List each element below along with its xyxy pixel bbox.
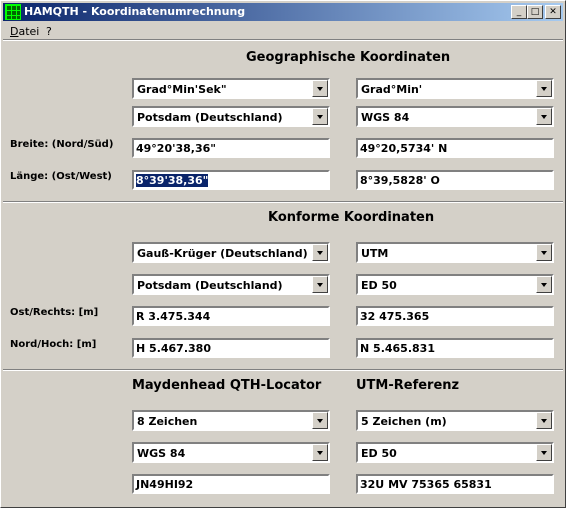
locator-datum-select[interactable]: WGS 84 [132, 442, 330, 463]
chevron-down-icon[interactable] [312, 108, 328, 125]
nord-label: Nord/Hoch: [m] [10, 339, 97, 350]
konform-right-datum-select[interactable]: ED 50 [356, 274, 554, 295]
utmref-section-title: UTM-Referenz [356, 378, 460, 393]
menu-bar: Datei ? [3, 22, 563, 40]
ost-left-value: R 3.475.344 [136, 310, 211, 323]
minimize-button[interactable]: _ [511, 5, 527, 19]
konform-section-title: Konforme Koordinaten [268, 210, 435, 225]
ost-label: Ost/Rechts: [m] [10, 307, 99, 318]
chevron-down-icon[interactable] [536, 276, 552, 293]
locator-chars-value: 8 Zeichen [137, 415, 198, 428]
breite-right-value: 49°20,5734' N [360, 142, 448, 155]
konform-right-datum-value: ED 50 [361, 279, 397, 292]
chevron-down-icon[interactable] [536, 80, 552, 97]
geo-left-format-select[interactable]: Grad°Min'Sek" [132, 78, 330, 99]
chevron-down-icon[interactable] [312, 444, 328, 461]
section-divider-2 [3, 369, 563, 371]
nord-right-input[interactable]: N 5.465.831 [356, 338, 554, 358]
chevron-down-icon[interactable] [312, 80, 328, 97]
konform-left-datum-select[interactable]: Potsdam (Deutschland) [132, 274, 330, 295]
menu-datei[interactable]: Datei [10, 25, 39, 38]
geo-left-datum-value: Potsdam (Deutschland) [137, 111, 283, 124]
geo-left-datum-select[interactable]: Potsdam (Deutschland) [132, 106, 330, 127]
geo-right-datum-select[interactable]: WGS 84 [356, 106, 554, 127]
chevron-down-icon[interactable] [536, 444, 552, 461]
nord-right-value: N 5.465.831 [360, 342, 435, 355]
utmref-chars-select[interactable]: 5 Zeichen (m) [356, 410, 554, 431]
locator-section-title: Maydenhead QTH-Locator [132, 378, 322, 393]
menu-datei-label: atei [18, 25, 40, 38]
utmref-value: 32U MV 75365 65831 [360, 478, 492, 491]
chevron-down-icon[interactable] [536, 244, 552, 261]
locator-input[interactable]: JN49HI92 [132, 474, 330, 494]
chevron-down-icon[interactable] [312, 276, 328, 293]
breite-right-input[interactable]: 49°20,5734' N [356, 138, 554, 158]
title-bar[interactable]: HAMQTH - Koordinatenumrechnung _ □ ✕ [3, 3, 563, 21]
laenge-right-input[interactable]: 8°39,5828' O [356, 170, 554, 190]
geo-right-format-select[interactable]: Grad°Min' [356, 78, 554, 99]
locator-value: JN49HI92 [136, 478, 194, 491]
utmref-datum-value: ED 50 [361, 447, 397, 460]
app-grid-icon [5, 4, 21, 20]
chevron-down-icon[interactable] [536, 412, 552, 429]
close-button[interactable]: ✕ [545, 5, 561, 19]
breite-label: Breite: (Nord/Süd) [10, 139, 114, 150]
locator-chars-select[interactable]: 8 Zeichen [132, 410, 330, 431]
nord-left-input[interactable]: H 5.467.380 [132, 338, 330, 358]
utmref-datum-select[interactable]: ED 50 [356, 442, 554, 463]
breite-left-input[interactable]: 49°20'38,36" [132, 138, 330, 158]
konform-right-system-value: UTM [361, 247, 389, 260]
laenge-right-value: 8°39,5828' O [360, 174, 440, 187]
geo-left-format-value: Grad°Min'Sek" [137, 83, 227, 96]
breite-left-value: 49°20'38,36" [136, 142, 217, 155]
konform-left-datum-value: Potsdam (Deutschland) [137, 279, 283, 292]
chevron-down-icon[interactable] [536, 108, 552, 125]
locator-datum-value: WGS 84 [137, 447, 186, 460]
utmref-chars-value: 5 Zeichen (m) [361, 415, 447, 428]
menu-help[interactable]: ? [46, 25, 52, 38]
maximize-button[interactable]: □ [527, 5, 543, 19]
geo-right-datum-value: WGS 84 [361, 111, 410, 124]
geo-right-format-value: Grad°Min' [361, 83, 423, 96]
geo-section-title: Geographische Koordinaten [246, 50, 451, 65]
ost-left-input[interactable]: R 3.475.344 [132, 306, 330, 326]
konform-left-system-select[interactable]: Gauß-Krüger (Deutschland) [132, 242, 330, 263]
konform-right-system-select[interactable]: UTM [356, 242, 554, 263]
laenge-label: Länge: (Ost/West) [10, 171, 112, 182]
menu-divider [3, 39, 563, 41]
laenge-left-value: 8°39'38,36" [136, 174, 209, 187]
ost-right-input[interactable]: 32 475.365 [356, 306, 554, 326]
window-title: HAMQTH - Koordinatenumrechnung [24, 5, 246, 18]
utmref-input[interactable]: 32U MV 75365 65831 [356, 474, 554, 494]
chevron-down-icon[interactable] [312, 244, 328, 261]
laenge-left-input[interactable]: 8°39'38,36" [132, 170, 330, 190]
section-divider-1 [3, 201, 563, 203]
main-window: HAMQTH - Koordinatenumrechnung _ □ ✕ Dat… [0, 0, 566, 508]
konform-left-system-value: Gauß-Krüger (Deutschland) [137, 247, 308, 260]
chevron-down-icon[interactable] [312, 412, 328, 429]
ost-right-value: 32 475.365 [360, 310, 430, 323]
nord-left-value: H 5.467.380 [136, 342, 211, 355]
